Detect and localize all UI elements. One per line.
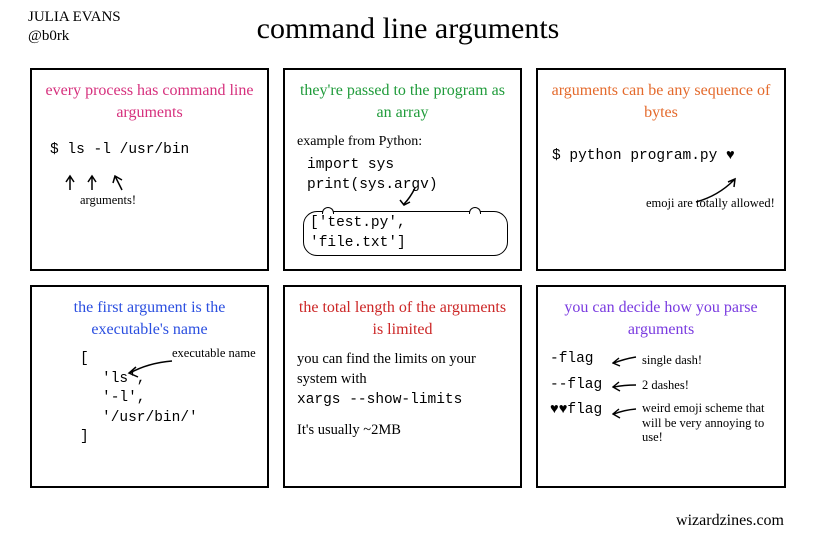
panel-title: arguments can be any sequence of bytes [550,80,772,123]
panel-title: they're passed to the program as an arra… [297,80,508,123]
code-line: print(sys.argv) [307,176,508,196]
page-title: command line arguments [0,12,816,46]
subtitle: example from Python: [297,133,508,152]
output-cloud: ['test.py', 'file.txt'] [303,211,508,256]
panel-first-arg: the first argument is the executable's n… [30,285,269,488]
footer-link: wizardzines.com [676,512,784,530]
bracket: ] [80,428,255,448]
panel-title: the first argument is the executable's n… [44,297,255,340]
flag: ♥♥flag [550,401,612,421]
annotation: arguments! [80,192,136,209]
arrow-left-icon [612,405,638,419]
arrow-left-icon [612,353,638,367]
code-line: import sys [307,156,508,176]
flag: --flag [550,376,612,396]
arrow-left-icon [612,379,638,393]
list-item: '-l', [102,389,255,409]
flag: -flag [550,350,612,370]
panel-title: the total length of the arguments is lim… [297,297,508,340]
annotation: 2 dashes! [642,377,689,394]
annotation: single dash! [642,352,702,369]
command: $ python program.py ♥ [552,147,772,167]
arrows-up-icon [52,172,172,192]
text-line: It's usually ~2MB [297,421,508,441]
list-item: 'ls', [102,370,255,390]
list-item: '/usr/bin/' [102,409,255,429]
panel-limit: the total length of the arguments is lim… [283,285,522,488]
annotation: emoji are totally allowed! [646,196,775,211]
panel-grid: every process has command line arguments… [30,68,786,488]
panel-every-process: every process has command line arguments… [30,68,269,271]
command: xargs --show-limits [297,391,508,411]
panel-parse: you can decide how you parse arguments -… [536,285,786,488]
panel-bytes: arguments can be any sequence of bytes $… [536,68,786,271]
output: ['test.py', 'file.txt'] [303,211,508,256]
annotation: weird emoji scheme that will be very ann… [642,401,772,444]
panel-title: you can decide how you parse arguments [550,297,772,340]
annotation: executable name [172,347,256,361]
command: $ ls -l /usr/bin [50,141,255,161]
text-line: you can find the limits on your system w… [297,350,508,389]
panel-title: every process has command line arguments [44,80,255,123]
panel-array: they're passed to the program as an arra… [283,68,522,271]
